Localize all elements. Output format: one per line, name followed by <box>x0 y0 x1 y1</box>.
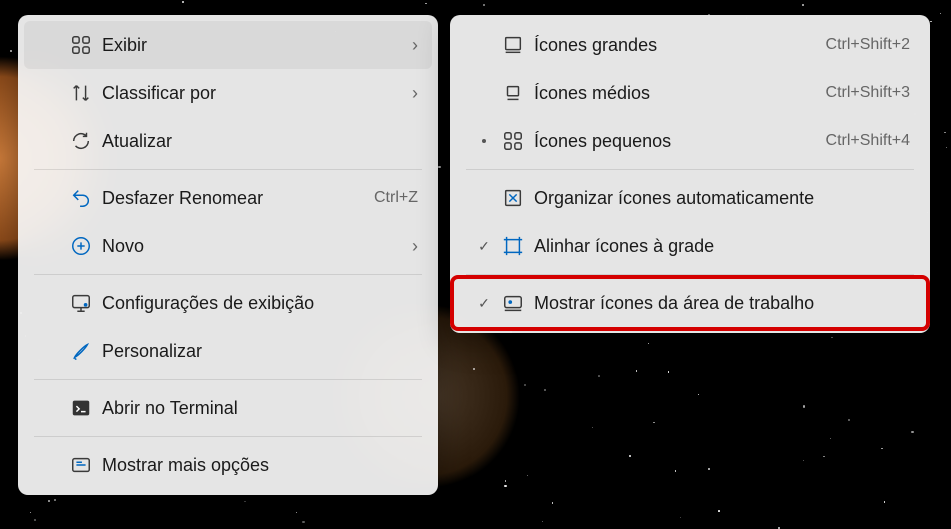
menu-separator <box>34 379 422 380</box>
align-icon <box>498 235 528 257</box>
menu-separator <box>466 169 914 170</box>
chevron-right-icon: › <box>404 236 418 257</box>
mainMenu-item-terminal[interactable]: Abrir no Terminal <box>24 384 432 432</box>
subMenu-item-auto[interactable]: Organizar ícones automaticamente <box>456 174 924 222</box>
menu-item-label: Configurações de exibição <box>96 293 418 314</box>
menu-item-label: Abrir no Terminal <box>96 398 418 419</box>
menu-item-shortcut: Ctrl+Shift+2 <box>826 36 910 54</box>
terminal-icon <box>66 397 96 419</box>
mainMenu-item-brush[interactable]: Personalizar <box>24 327 432 375</box>
mainMenu-item-grid[interactable]: Exibir› <box>24 21 432 69</box>
menu-item-label: Desfazer Renomear <box>96 188 374 209</box>
auto-icon <box>498 187 528 209</box>
display-icon <box>66 292 96 314</box>
menu-item-label: Exibir <box>96 35 404 56</box>
menu-separator <box>34 274 422 275</box>
more-icon <box>66 454 96 476</box>
undo-icon <box>66 187 96 209</box>
mainMenu-item-more[interactable]: Mostrar mais opções <box>24 441 432 489</box>
medium-icon <box>498 82 528 104</box>
menu-item-shortcut: Ctrl+Shift+4 <box>826 132 910 150</box>
menu-item-label: Alinhar ícones à grade <box>528 236 910 257</box>
mainMenu-item-plus[interactable]: Novo› <box>24 222 432 270</box>
plus-icon <box>66 235 96 257</box>
subMenu-item-align[interactable]: ✓ Alinhar ícones à grade <box>456 222 924 270</box>
mainMenu-item-undo[interactable]: Desfazer RenomearCtrl+Z <box>24 174 432 222</box>
menu-item-shortcut: Ctrl+Z <box>374 189 418 207</box>
menu-separator <box>466 274 914 275</box>
refresh-icon <box>66 130 96 152</box>
menu-item-label: Novo <box>96 236 404 257</box>
context-menu-view-submenu: Ícones grandesCtrl+Shift+2Ícones médiosC… <box>450 15 930 333</box>
subMenu-item-medium[interactable]: Ícones médiosCtrl+Shift+3 <box>456 69 924 117</box>
menu-item-label: Mostrar ícones da área de trabalho <box>528 293 910 314</box>
mainMenu-item-display[interactable]: Configurações de exibição <box>24 279 432 327</box>
subMenu-item-small[interactable]: Ícones pequenosCtrl+Shift+4 <box>456 117 924 165</box>
large-icon <box>498 34 528 56</box>
subMenu-item-large[interactable]: Ícones grandesCtrl+Shift+2 <box>456 21 924 69</box>
checkmark-icon: ✓ <box>470 238 498 255</box>
menu-item-label: Organizar ícones automaticamente <box>528 188 910 209</box>
bullet-icon <box>470 139 498 143</box>
menu-separator <box>34 436 422 437</box>
grid-icon <box>66 34 96 56</box>
mainMenu-item-sort[interactable]: Classificar por› <box>24 69 432 117</box>
menu-item-label: Personalizar <box>96 341 418 362</box>
menu-separator <box>34 169 422 170</box>
menu-item-label: Classificar por <box>96 83 404 104</box>
menu-item-label: Ícones grandes <box>528 35 826 56</box>
menu-item-label: Ícones médios <box>528 83 826 104</box>
menu-item-shortcut: Ctrl+Shift+3 <box>826 84 910 102</box>
desktop-icon <box>498 292 528 314</box>
subMenu-item-desktop[interactable]: ✓ Mostrar ícones da área de trabalho <box>456 279 924 327</box>
context-menu-main: Exibir›Classificar por›AtualizarDesfazer… <box>18 15 438 495</box>
chevron-right-icon: › <box>404 35 418 56</box>
menu-item-label: Atualizar <box>96 131 418 152</box>
brush-icon <box>66 340 96 362</box>
menu-item-label: Ícones pequenos <box>528 131 826 152</box>
chevron-right-icon: › <box>404 83 418 104</box>
menu-item-label: Mostrar mais opções <box>96 455 418 476</box>
checkmark-icon: ✓ <box>470 295 498 312</box>
sort-icon <box>66 82 96 104</box>
small-icon <box>498 130 528 152</box>
mainMenu-item-refresh[interactable]: Atualizar <box>24 117 432 165</box>
